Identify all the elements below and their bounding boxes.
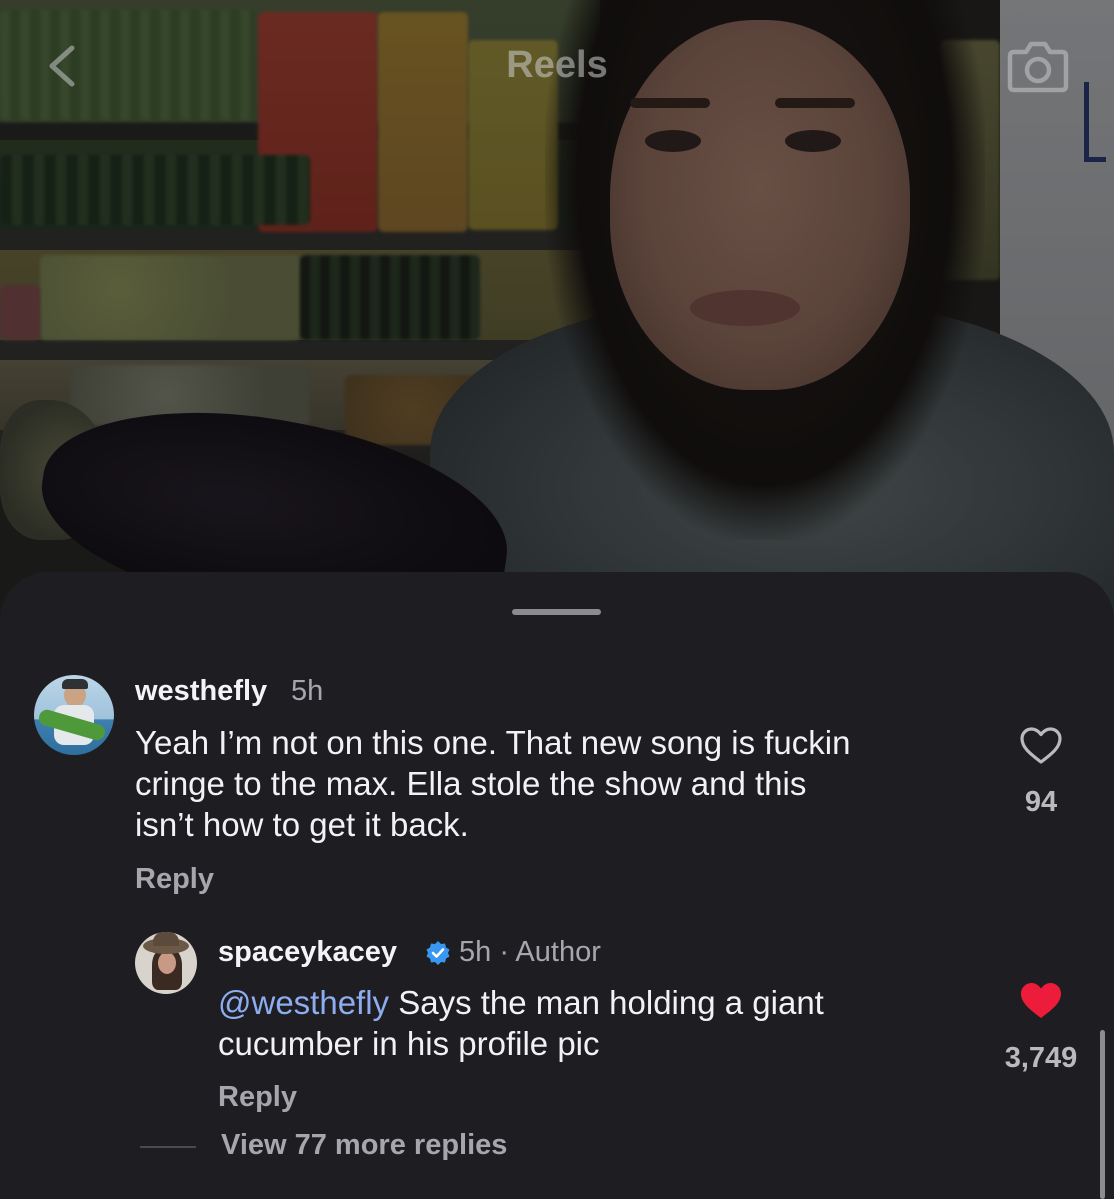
comment-text-line: cucumber in his profile pic [218, 1025, 600, 1062]
camera-icon [1007, 41, 1069, 93]
comments-sheet: westhefly 5h Yeah I’m not on this one. T… [0, 572, 1114, 1199]
sheet-drag-handle[interactable] [512, 609, 601, 615]
verified-badge-icon [425, 940, 451, 966]
camera-button[interactable] [1006, 36, 1070, 94]
like-count: 94 [1024, 786, 1058, 818]
avatar[interactable] [135, 932, 197, 994]
like-count: 3,749 [1004, 1042, 1078, 1074]
avatar-face [158, 952, 176, 974]
scrollbar[interactable] [1100, 1030, 1105, 1199]
comment-time: 5h · Author [459, 936, 601, 968]
comment-text: @westhefly Says the man holding a giant … [218, 982, 824, 1064]
comment-text-span: Says the man holding a giant [389, 984, 824, 1021]
avatar[interactable] [34, 675, 114, 755]
comment-text-line: Yeah I’m not on this one. That new song … [135, 724, 851, 761]
comment-username[interactable]: westhefly [135, 675, 267, 708]
comment-text-line: @westhefly Says the man holding a giant [218, 982, 824, 1023]
avatar-hat-crown [153, 932, 179, 946]
comment-text-line: cringe to the max. Ella stole the show a… [135, 765, 807, 802]
comment-text-line: isn’t how to get it back. [135, 806, 469, 843]
mention-link[interactable]: @westhefly [218, 984, 389, 1021]
view-more-replies-button[interactable]: View 77 more replies [221, 1129, 507, 1162]
page-title: Reels [506, 44, 608, 86]
comment-username[interactable]: spaceykacey [218, 936, 397, 969]
divider-line [140, 1146, 196, 1148]
heart-icon [1020, 727, 1062, 764]
comment-time: 5h [291, 675, 324, 707]
heart-filled-icon [1021, 983, 1061, 1018]
avatar-cap [62, 679, 88, 689]
reply-button[interactable]: Reply [218, 1081, 297, 1114]
like-button[interactable] [1019, 726, 1063, 771]
top-bar: Reels [0, 0, 1114, 130]
reply-button[interactable]: Reply [135, 863, 214, 896]
comment-text: Yeah I’m not on this one. That new song … [135, 722, 850, 845]
like-button[interactable] [1019, 981, 1063, 1026]
